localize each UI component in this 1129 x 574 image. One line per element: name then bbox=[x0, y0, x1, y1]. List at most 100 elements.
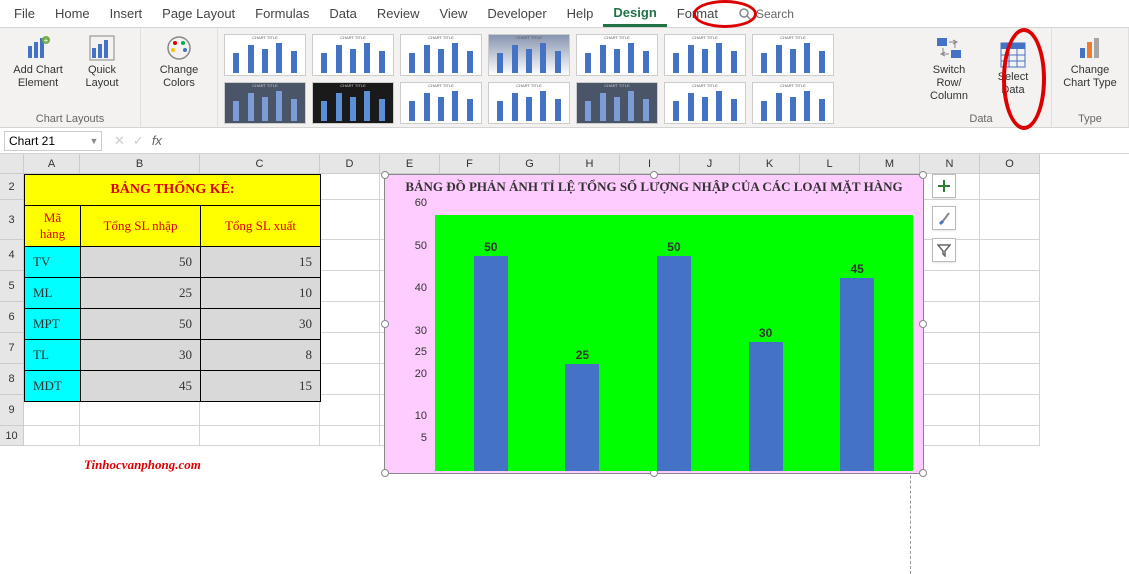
chart-elements-button[interactable] bbox=[932, 174, 956, 198]
chart-style-3[interactable]: CHART TITLE bbox=[400, 34, 482, 76]
cell-O10[interactable] bbox=[980, 426, 1040, 446]
chart-styles-button[interactable] bbox=[932, 206, 956, 230]
cell-D4[interactable] bbox=[320, 240, 380, 271]
chart-style-4[interactable]: CHART TITLE bbox=[488, 34, 570, 76]
change-chart-type-button[interactable]: Change Chart Type bbox=[1060, 32, 1120, 92]
change-colors-button[interactable]: Change Colors bbox=[149, 32, 209, 92]
row-header-4[interactable]: 4 bbox=[0, 240, 24, 271]
chart-style-10[interactable]: CHART TITLE bbox=[400, 82, 482, 124]
col-header-A[interactable]: A bbox=[24, 154, 80, 174]
col-header-B[interactable]: B bbox=[80, 154, 200, 174]
chart-filters-button[interactable] bbox=[932, 238, 956, 262]
cell-N9[interactable] bbox=[920, 395, 980, 426]
table-row[interactable]: MDT4515 bbox=[25, 371, 321, 402]
cell-B10[interactable] bbox=[80, 426, 200, 446]
tab-home[interactable]: Home bbox=[45, 2, 100, 25]
cell-N7[interactable] bbox=[920, 333, 980, 364]
row-header-3[interactable]: 3 bbox=[0, 200, 24, 240]
name-box[interactable]: ▼ bbox=[4, 131, 102, 151]
row-header-6[interactable]: 6 bbox=[0, 302, 24, 333]
tab-format[interactable]: Format bbox=[667, 2, 728, 25]
cell-D10[interactable] bbox=[320, 426, 380, 446]
cell-O6[interactable] bbox=[980, 302, 1040, 333]
cell-O3[interactable] bbox=[980, 200, 1040, 240]
col-header-J[interactable]: J bbox=[680, 154, 740, 174]
cell-O7[interactable] bbox=[980, 333, 1040, 364]
chart-bar-MDT[interactable]: 45 bbox=[837, 262, 877, 472]
chart-style-2[interactable]: CHART TITLE bbox=[312, 34, 394, 76]
tab-formulas[interactable]: Formulas bbox=[245, 2, 319, 25]
chart-title[interactable]: BẢNG ĐỒ PHẢN ÁNH TỈ LỆ TỔNG SỐ LƯỢNG NHẬ… bbox=[385, 175, 923, 199]
cell-D2[interactable] bbox=[320, 174, 380, 200]
col-header-L[interactable]: L bbox=[800, 154, 860, 174]
chart-style-8[interactable]: CHART TITLE bbox=[224, 82, 306, 124]
chart-bar[interactable] bbox=[840, 278, 874, 472]
chart-style-5[interactable]: CHART TITLE bbox=[576, 34, 658, 76]
table-row[interactable]: ML2510 bbox=[25, 278, 321, 309]
chart-bar[interactable] bbox=[474, 256, 508, 471]
search[interactable]: Search bbox=[738, 7, 794, 21]
chart-bar[interactable] bbox=[565, 364, 599, 472]
row-header-2[interactable]: 2 bbox=[0, 174, 24, 200]
tab-page-layout[interactable]: Page Layout bbox=[152, 2, 245, 25]
col-header-M[interactable]: M bbox=[860, 154, 920, 174]
chart-style-6[interactable]: CHART TITLE bbox=[664, 34, 746, 76]
cell-O9[interactable] bbox=[980, 395, 1040, 426]
select-data-button[interactable]: Select Data bbox=[983, 32, 1043, 106]
cell-C10[interactable] bbox=[200, 426, 320, 446]
chart-bar-TV[interactable]: 50 bbox=[471, 240, 511, 471]
cell-D8[interactable] bbox=[320, 364, 380, 395]
cell-O2[interactable] bbox=[980, 174, 1040, 200]
tab-file[interactable]: File bbox=[4, 2, 45, 25]
cell-A10[interactable] bbox=[24, 426, 80, 446]
col-header-F[interactable]: F bbox=[440, 154, 500, 174]
tab-data[interactable]: Data bbox=[319, 2, 366, 25]
chart-bar-MPT[interactable]: 50 bbox=[654, 240, 694, 471]
tab-developer[interactable]: Developer bbox=[477, 2, 556, 25]
tab-view[interactable]: View bbox=[429, 2, 477, 25]
chart-style-1[interactable]: CHART TITLE bbox=[224, 34, 306, 76]
tab-review[interactable]: Review bbox=[367, 2, 430, 25]
cell-D6[interactable] bbox=[320, 302, 380, 333]
cell-O5[interactable] bbox=[980, 271, 1040, 302]
select-all-corner[interactable] bbox=[0, 154, 24, 174]
col-header-E[interactable]: E bbox=[380, 154, 440, 174]
row-header-8[interactable]: 8 bbox=[0, 364, 24, 395]
col-header-N[interactable]: N bbox=[920, 154, 980, 174]
chart-style-9[interactable]: CHART TITLE bbox=[312, 82, 394, 124]
chart-style-14[interactable]: CHART TITLE bbox=[752, 82, 834, 124]
chevron-down-icon[interactable]: ▼ bbox=[87, 136, 101, 146]
cell-D9[interactable] bbox=[320, 395, 380, 426]
col-header-O[interactable]: O bbox=[980, 154, 1040, 174]
row-header-7[interactable]: 7 bbox=[0, 333, 24, 364]
fx-icon[interactable]: fx bbox=[152, 133, 162, 149]
col-header-G[interactable]: G bbox=[500, 154, 560, 174]
chart-bar-ML[interactable]: 25 bbox=[562, 348, 602, 472]
tab-insert[interactable]: Insert bbox=[100, 2, 153, 25]
chart-style-11[interactable]: CHART TITLE bbox=[488, 82, 570, 124]
col-header-H[interactable]: H bbox=[560, 154, 620, 174]
table-row[interactable]: TL308 bbox=[25, 340, 321, 371]
tab-design[interactable]: Design bbox=[603, 1, 666, 27]
chart-bar[interactable] bbox=[657, 256, 691, 471]
col-header-D[interactable]: D bbox=[320, 154, 380, 174]
cell-D3[interactable] bbox=[320, 200, 380, 240]
cell-D7[interactable] bbox=[320, 333, 380, 364]
name-box-input[interactable] bbox=[5, 134, 87, 148]
cell-D5[interactable] bbox=[320, 271, 380, 302]
data-table[interactable]: BẢNG THỐNG KÊ: Mã hàng Tổng SL nhập Tổng… bbox=[24, 174, 321, 402]
row-header-10[interactable]: 10 bbox=[0, 426, 24, 446]
cell-O4[interactable] bbox=[980, 240, 1040, 271]
chart-styles-gallery[interactable]: CHART TITLECHART TITLECHART TITLECHART T… bbox=[218, 28, 911, 127]
row-header-9[interactable]: 9 bbox=[0, 395, 24, 426]
table-row[interactable]: MPT5030 bbox=[25, 309, 321, 340]
chart-style-12[interactable]: CHART TITLE bbox=[576, 82, 658, 124]
embedded-chart[interactable]: BẢNG ĐỒ PHẢN ÁNH TỈ LỆ TỔNG SỐ LƯỢNG NHẬ… bbox=[384, 174, 924, 474]
cell-N10[interactable] bbox=[920, 426, 980, 446]
add-chart-element-button[interactable]: + Add Chart Element bbox=[8, 32, 68, 92]
row-header-5[interactable]: 5 bbox=[0, 271, 24, 302]
cell-O8[interactable] bbox=[980, 364, 1040, 395]
chart-style-7[interactable]: CHART TITLE bbox=[752, 34, 834, 76]
cell-N5[interactable] bbox=[920, 271, 980, 302]
cell-N6[interactable] bbox=[920, 302, 980, 333]
